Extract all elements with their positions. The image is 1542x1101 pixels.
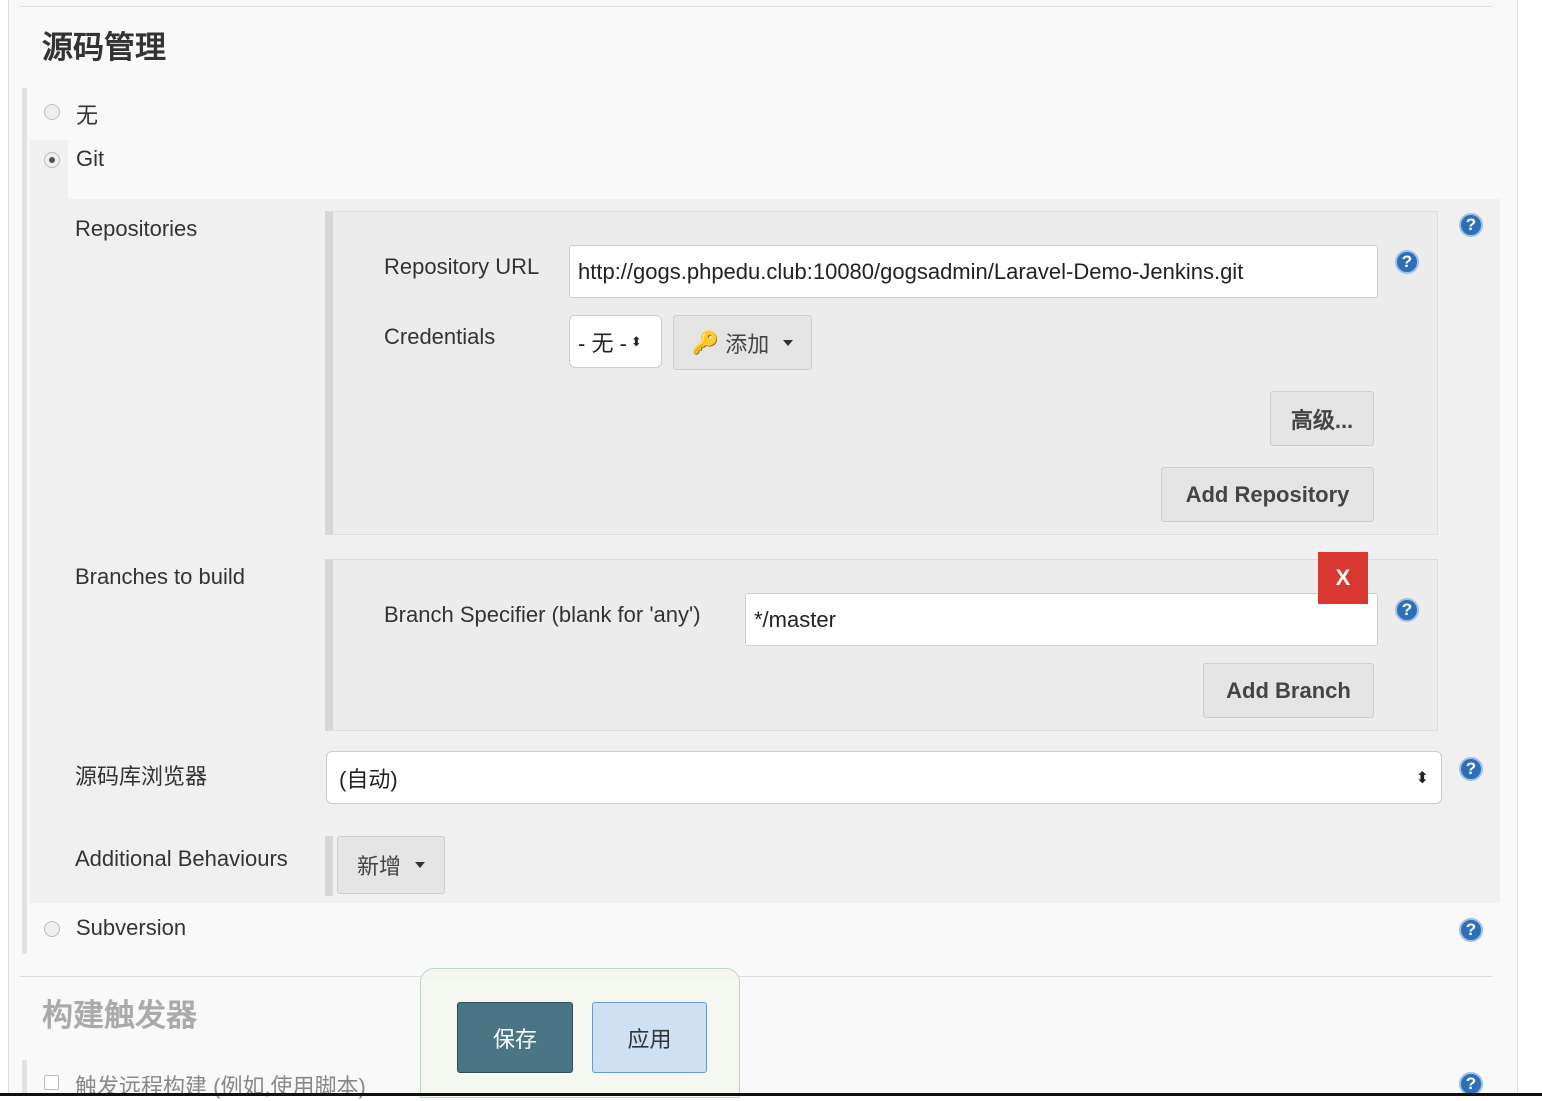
branches-label: Branches to build [75, 564, 245, 589]
select-arrows-icon: ⬍ [1415, 769, 1429, 787]
section-title: 源码管理 [42, 30, 166, 65]
branch-specifier-label: Branch Specifier (blank for 'any') [384, 602, 701, 627]
add-credentials-button[interactable]: 🔑 添加 [673, 315, 812, 370]
delete-branch-button[interactable]: X [1318, 552, 1368, 604]
apply-button[interactable]: 应用 [592, 1002, 707, 1073]
radio-subversion[interactable] [44, 921, 60, 937]
add-behaviour-button[interactable]: 新增 [337, 836, 445, 894]
browser-select[interactable]: (自动) ⬍ [326, 751, 1442, 804]
help-icon[interactable]: ? [1459, 213, 1483, 237]
browser-label: 源码库浏览器 [75, 764, 208, 789]
key-icon: 🔑 [691, 329, 720, 355]
radio-none[interactable] [44, 104, 60, 120]
radio-git[interactable] [44, 152, 60, 168]
radio-git-label: Git [76, 146, 105, 171]
add-repository-button[interactable]: Add Repository [1161, 467, 1374, 522]
select-arrows-icon: ⬍ [630, 333, 642, 349]
repositories-label: Repositories [75, 216, 198, 241]
caret-down-icon [415, 862, 425, 868]
radio-none-label: 无 [76, 103, 99, 128]
save-button[interactable]: 保存 [457, 1002, 573, 1073]
divider [20, 976, 1492, 977]
help-icon[interactable]: ? [1459, 918, 1483, 942]
credentials-select[interactable]: - 无 - ⬍ [569, 315, 662, 368]
radio-subversion-label: Subversion [76, 915, 187, 940]
add-branch-button[interactable]: Add Branch [1203, 663, 1374, 718]
credentials-value: - 无 - [578, 330, 627, 356]
help-icon[interactable]: ? [1459, 757, 1483, 781]
behaviours-label: Additional Behaviours [75, 846, 288, 871]
repo-url-input[interactable]: http://gogs.phpedu.club:10080/gogsadmin/… [569, 245, 1378, 298]
repo-url-label: Repository URL [384, 254, 540, 279]
next-section-title: 构建触发器 [42, 998, 197, 1033]
trigger-remote-checkbox[interactable] [44, 1075, 59, 1090]
section-bar [22, 88, 27, 954]
help-icon[interactable]: ? [1395, 598, 1419, 622]
trigger-remote-label: 触发远程构建 (例如,使用脚本) [75, 1074, 366, 1099]
branch-specifier-input[interactable]: */master [745, 593, 1378, 646]
advanced-button[interactable]: 高级... [1270, 391, 1374, 446]
caret-down-icon [783, 339, 794, 346]
browser-value: (自动) [339, 766, 398, 792]
help-icon[interactable]: ? [1395, 250, 1419, 274]
credentials-label: Credentials [384, 324, 496, 349]
divider [20, 6, 1492, 7]
